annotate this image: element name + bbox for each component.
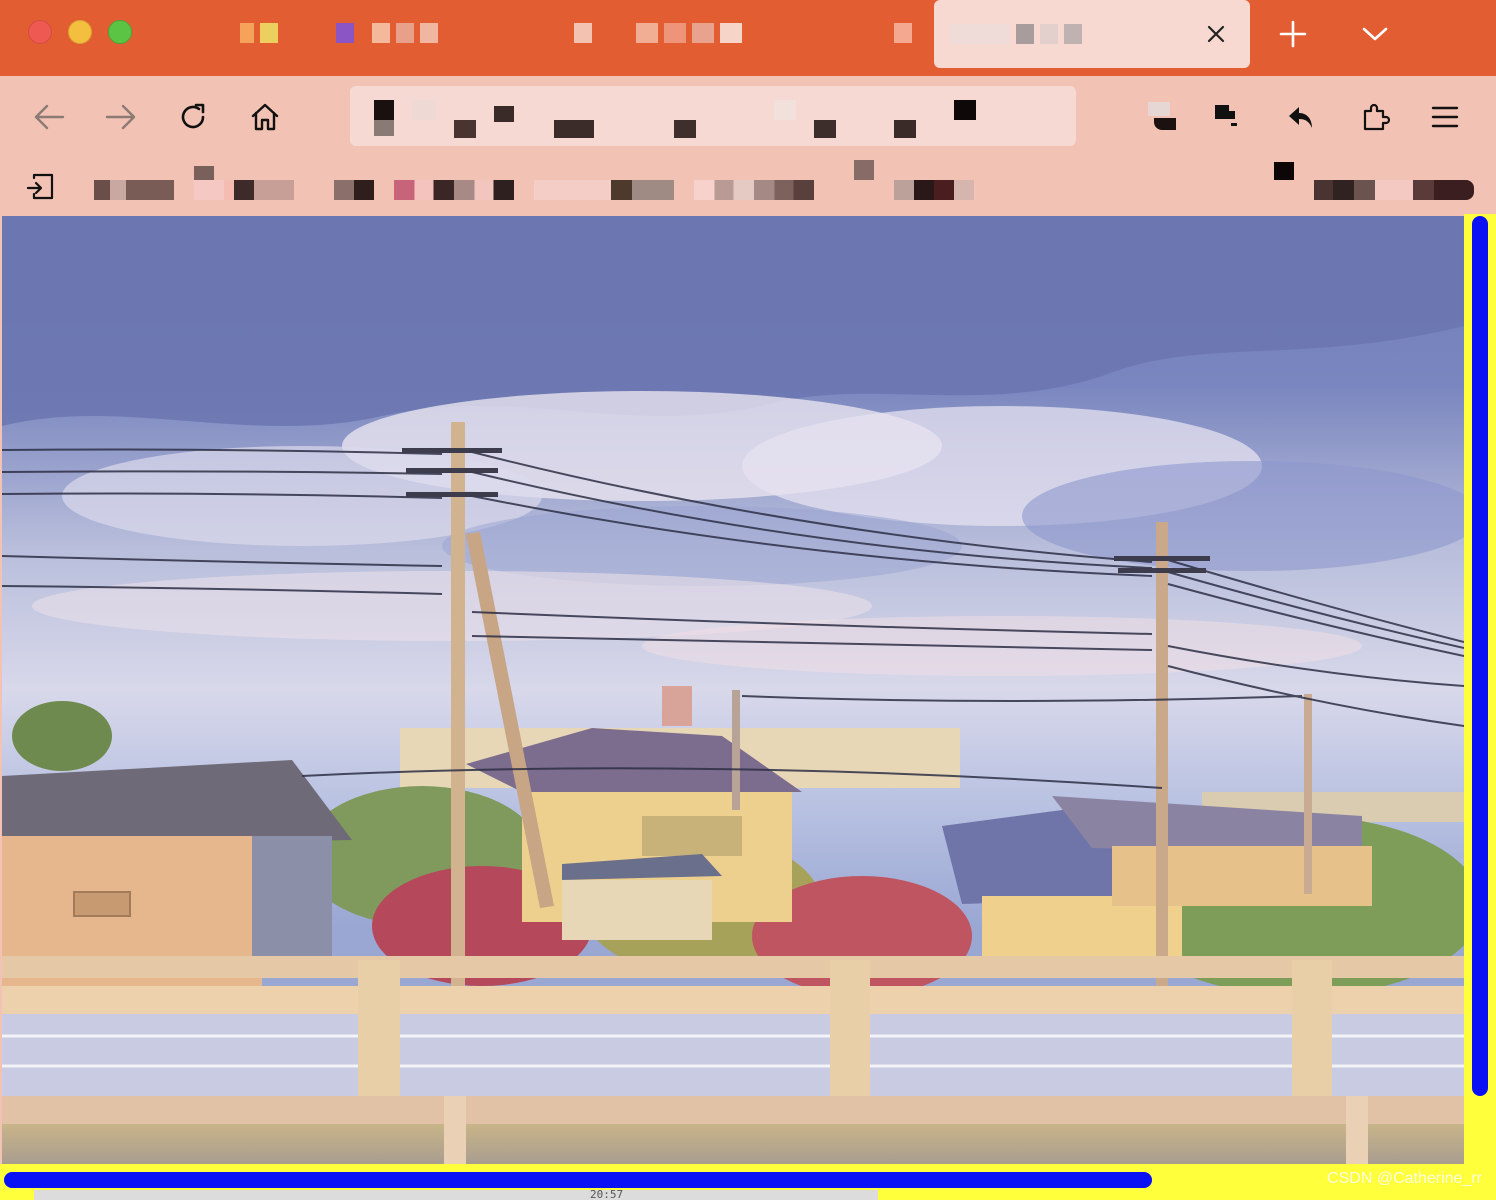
watermark-text: CSDN @Catherine_rr	[1327, 1170, 1482, 1187]
url-text-redacted	[554, 120, 594, 138]
tab-title-redacted	[574, 23, 592, 43]
taskbar-strip	[34, 1190, 878, 1200]
url-text-redacted	[894, 120, 916, 138]
bookmark-item-redacted[interactable]	[194, 166, 214, 180]
tab-3[interactable]	[566, 10, 600, 56]
url-text-redacted	[774, 100, 796, 120]
bookmark-item-redacted[interactable]	[694, 180, 814, 200]
address-bar[interactable]	[350, 86, 1076, 146]
tab-title-redacted	[664, 23, 686, 43]
page-content-photo	[2, 216, 1464, 1164]
url-text-redacted	[494, 106, 514, 122]
url-text-redacted	[412, 100, 436, 120]
tab-title-redacted	[260, 23, 278, 43]
tab-favicon	[240, 23, 254, 43]
tab-title-redacted	[396, 23, 414, 43]
tab-title-redacted	[950, 24, 1010, 44]
tab-strip	[0, 0, 1496, 76]
minimize-window-button[interactable]	[68, 20, 92, 44]
chevron-down-icon[interactable]	[1352, 14, 1398, 54]
zoom-window-button[interactable]	[108, 20, 132, 44]
tab-1[interactable]	[232, 10, 286, 56]
home-icon[interactable]	[242, 94, 288, 140]
tab-title-redacted	[720, 23, 742, 43]
import-bookmarks-icon[interactable]	[26, 172, 56, 200]
bookmark-item-redacted[interactable]	[334, 180, 374, 200]
url-text-redacted	[374, 100, 394, 120]
hamburger-menu-icon[interactable]	[1422, 94, 1468, 140]
url-text-redacted	[674, 120, 696, 138]
tab-2[interactable]	[328, 10, 446, 56]
tab-5[interactable]	[886, 10, 920, 56]
bookmarks-toolbar	[0, 160, 1496, 216]
plus-icon[interactable]	[1270, 14, 1316, 54]
tab-6-active[interactable]	[934, 0, 1250, 68]
vertical-scrollbar-thumb[interactable]	[1472, 216, 1488, 1096]
bookmark-item-redacted[interactable]	[394, 180, 514, 200]
bookmark-item-redacted[interactable]	[94, 180, 174, 200]
back-arrow-icon[interactable]	[26, 94, 72, 140]
browser-window: 20:57 CSDN @Catherine_rr	[0, 0, 1496, 1200]
url-text-redacted	[814, 120, 836, 138]
url-text-redacted	[374, 120, 394, 136]
tab-title-redacted	[420, 23, 438, 43]
forward-arrow-icon[interactable]	[98, 94, 144, 140]
reload-icon[interactable]	[170, 94, 216, 140]
tab-title-redacted	[894, 23, 912, 43]
bookmark-item-redacted[interactable]	[854, 160, 874, 180]
photo-illustration	[2, 216, 1464, 1164]
url-text-redacted	[954, 100, 976, 120]
bookmark-item-redacted[interactable]	[1274, 162, 1294, 180]
tab-title-redacted	[1040, 24, 1058, 44]
bookmark-item-redacted[interactable]	[894, 180, 974, 200]
url-text-redacted	[454, 120, 476, 138]
puzzle-icon[interactable]	[1352, 94, 1398, 140]
tab-favicon	[336, 23, 354, 43]
horizontal-scrollbar-thumb[interactable]	[4, 1172, 1152, 1188]
tab-title-redacted	[372, 23, 390, 43]
bookmark-item-redacted[interactable]	[194, 180, 294, 200]
close-icon[interactable]	[1200, 18, 1232, 50]
tab-title-redacted	[692, 23, 714, 43]
tab-title-redacted	[1064, 24, 1082, 44]
clock-text: 20:57	[590, 1188, 624, 1200]
navigation-toolbar	[0, 76, 1496, 160]
close-window-button[interactable]	[28, 20, 52, 44]
reply-icon[interactable]	[1278, 94, 1324, 140]
tab-4[interactable]	[628, 10, 750, 56]
bookmark-item-redacted[interactable]	[1314, 180, 1474, 200]
extension-icon-redacted[interactable]	[1140, 94, 1186, 140]
bookmark-item-redacted[interactable]	[534, 180, 674, 200]
extension-icon-redacted[interactable]	[1204, 94, 1250, 140]
tab-title-redacted	[1016, 24, 1034, 44]
tab-title-redacted	[636, 23, 658, 43]
